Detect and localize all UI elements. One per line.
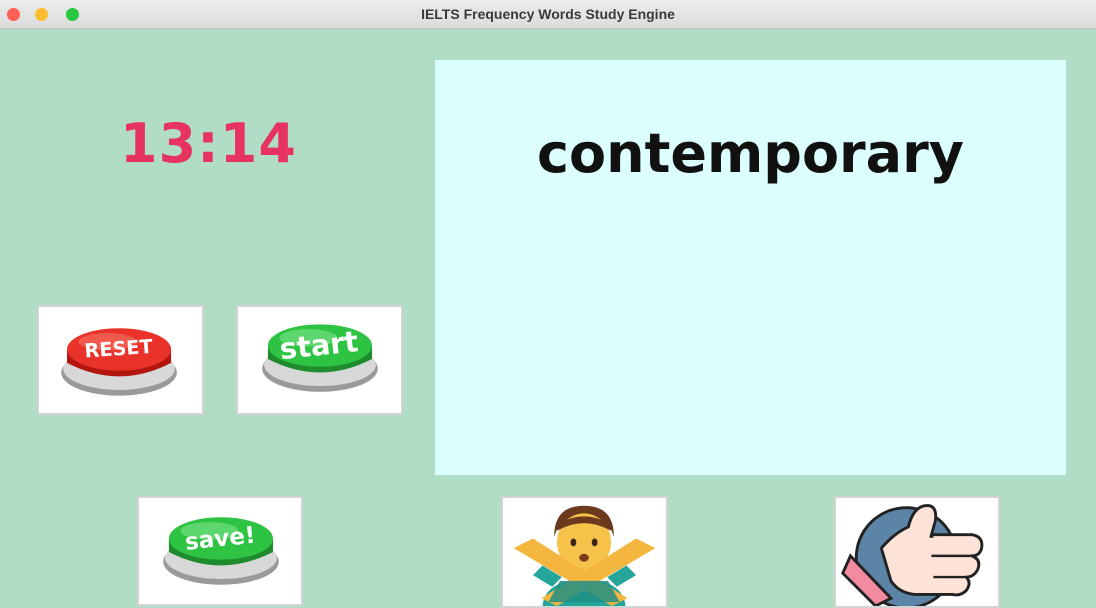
start-push-button-icon: start (262, 324, 378, 392)
save-push-button-icon: save! (163, 517, 279, 585)
know-it-button[interactable] (834, 496, 1000, 608)
reset-push-button-icon: RESET (61, 328, 177, 396)
save-button[interactable]: save! (137, 496, 303, 606)
countdown-timer: 13:14 (120, 112, 297, 175)
reset-button-label: RESET (84, 335, 154, 363)
window-title: IELTS Frequency Words Study Engine (421, 6, 675, 22)
dont-know-button[interactable] (501, 496, 668, 608)
current-word: contemporary (537, 122, 964, 185)
thumbs-up-icon (841, 504, 984, 606)
reset-button[interactable]: RESET (37, 305, 204, 415)
word-display-panel: contemporary (435, 60, 1066, 475)
start-button[interactable]: start (236, 305, 403, 415)
man-gesturing-no-icon (513, 505, 656, 606)
window-titlebar: IELTS Frequency Words Study Engine (0, 0, 1096, 29)
